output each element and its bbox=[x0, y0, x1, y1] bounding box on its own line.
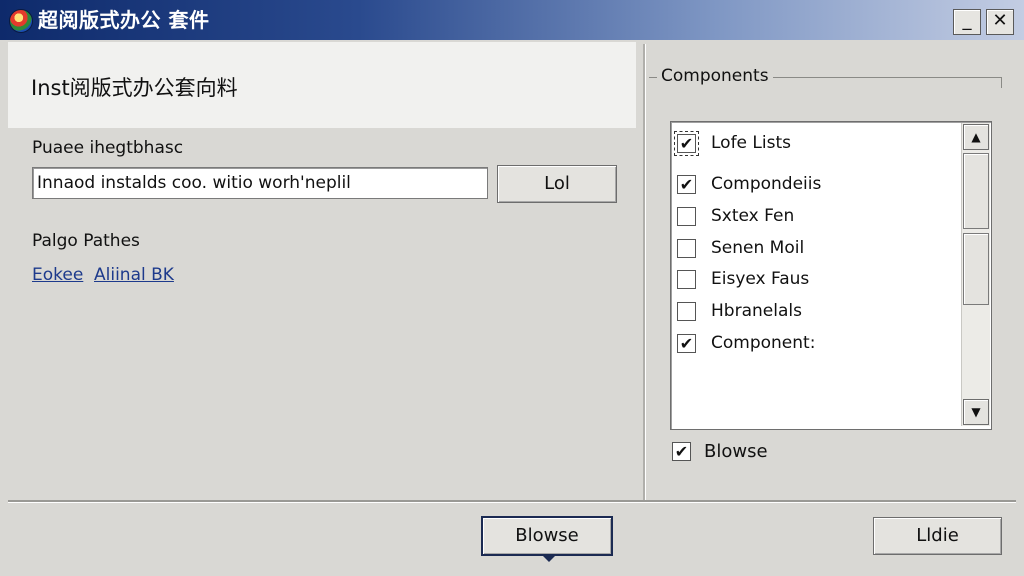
components-group-label: Components bbox=[657, 66, 773, 86]
vertical-divider bbox=[643, 44, 646, 500]
scroll-track-segment[interactable] bbox=[963, 233, 989, 305]
list-item[interactable]: Senen Moil bbox=[677, 237, 957, 263]
list-button[interactable]: Lol bbox=[497, 165, 617, 203]
checkbox[interactable] bbox=[677, 270, 696, 289]
checkbox[interactable]: ✔ bbox=[674, 131, 699, 156]
path-link-1[interactable]: Eokee bbox=[32, 265, 83, 285]
list-item[interactable]: ✔ Lofe Lists bbox=[674, 131, 957, 158]
checkbox[interactable] bbox=[677, 207, 696, 226]
minimize-button[interactable]: _ bbox=[953, 9, 981, 35]
scroll-down-button[interactable]: ▼ bbox=[963, 399, 989, 425]
list-item[interactable]: ✔ Component: bbox=[677, 332, 957, 358]
list-item[interactable]: Hbranelals bbox=[677, 300, 957, 326]
list-item-label: Lofe Lists bbox=[711, 133, 791, 153]
title-bar: 超阅版式办公 套件 _ ✕ bbox=[0, 0, 1024, 40]
scroll-thumb[interactable] bbox=[963, 153, 989, 229]
close-button[interactable]: ✕ bbox=[986, 9, 1014, 35]
list-item-label: Hbranelals bbox=[711, 301, 802, 321]
list-item-label: Senen Moil bbox=[711, 238, 805, 258]
list-item[interactable]: Sxtex Fen bbox=[677, 205, 957, 231]
list-item-label: Component: bbox=[711, 333, 816, 353]
checkbox[interactable] bbox=[677, 302, 696, 321]
app-icon bbox=[9, 9, 33, 33]
list-item-label: Eisyex Faus bbox=[711, 269, 810, 289]
list-item-label: Sxtex Fen bbox=[711, 206, 795, 226]
browse-checkbox[interactable]: ✔ bbox=[672, 442, 691, 461]
checkbox[interactable]: ✔ bbox=[677, 334, 696, 353]
browse-button[interactable]: Blowse bbox=[481, 516, 613, 562]
path-link-2[interactable]: Aliinal BK bbox=[94, 265, 174, 285]
checkbox[interactable] bbox=[677, 239, 696, 258]
page-title: Inst阅版式办公套向料 bbox=[31, 76, 238, 100]
list-scrollbar[interactable]: ▲ ▼ bbox=[961, 123, 990, 426]
install-path-label: Puaee ihegtbhasc bbox=[32, 138, 184, 158]
paths-label: Palgo Pathes bbox=[32, 231, 140, 251]
hide-button[interactable]: Lldie bbox=[873, 517, 1002, 555]
install-path-input[interactable]: Innaod instalds coo. witio worh'neplil bbox=[32, 167, 488, 199]
components-list: ✔ Lofe Lists ✔ Compondeiis Sxtex Fen Sen… bbox=[670, 121, 992, 430]
checkbox[interactable]: ✔ bbox=[677, 175, 696, 194]
horizontal-divider bbox=[8, 500, 1016, 503]
browse-checkbox-label: Blowse bbox=[704, 441, 768, 462]
list-item[interactable]: ✔ Compondeiis bbox=[677, 173, 957, 199]
list-item-label: Compondeiis bbox=[711, 174, 822, 194]
list-item[interactable]: Eisyex Faus bbox=[677, 268, 957, 294]
window-title: 超阅版式办公 套件 bbox=[38, 8, 210, 32]
scroll-up-button[interactable]: ▲ bbox=[963, 124, 989, 150]
